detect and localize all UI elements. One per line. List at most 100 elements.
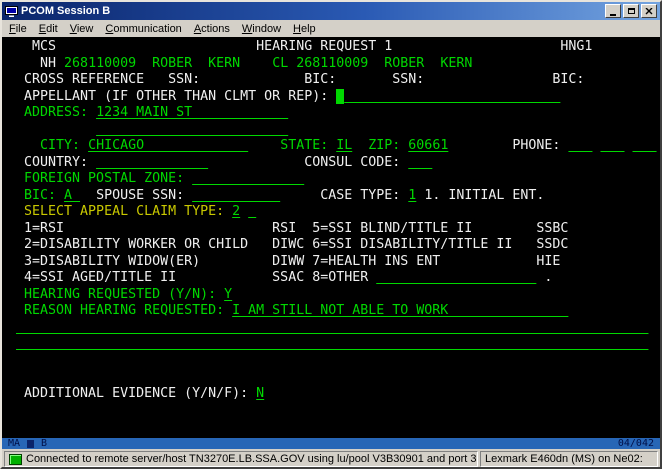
connection-status-text: Connected to remote server/host TN3270E.… <box>26 453 478 465</box>
terminal-row: SELECT APPEAL CLAIM TYPE: 2 <box>8 204 660 221</box>
terminal-text: 3=DISABILITY WIDOW(ER) DIWW 7=HEALTH INS… <box>8 254 560 269</box>
terminal-field[interactable]: Y <box>224 287 232 302</box>
terminal-field[interactable] <box>96 155 208 170</box>
terminal-field[interactable]: IL <box>336 138 352 153</box>
terminal-text: REASON HEARING REQUESTED: <box>8 303 232 318</box>
terminal-field[interactable] <box>600 138 624 153</box>
terminal-text: CONSUL CODE: <box>208 155 408 170</box>
terminal-field[interactable] <box>248 204 256 219</box>
terminal-row: CROSS REFERENCE SSN: BIC: SSN: BIC: <box>8 72 660 89</box>
terminal-field[interactable] <box>633 138 657 153</box>
terminal-row: HEARING REQUESTED (Y/N): Y <box>8 287 660 304</box>
terminal-row: FOREIGN POSTAL ZONE: <box>8 171 660 188</box>
oia-indicators: MA B <box>8 438 47 449</box>
terminal-field[interactable] <box>344 89 560 104</box>
status-bar: Connected to remote server/host TN3270E.… <box>2 449 660 469</box>
terminal-text: PHONE: <box>448 138 568 153</box>
terminal-row: REASON HEARING REQUESTED: I AM STILL NOT… <box>8 303 660 320</box>
menu-communication[interactable]: Communication <box>99 21 187 37</box>
terminal-row <box>8 336 660 353</box>
terminal-text: ZIP: <box>352 138 408 153</box>
terminal-text <box>8 122 96 137</box>
menu-bar: FileEditViewCommunicationActionsWindowHe… <box>2 20 660 37</box>
terminal-text: CASE TYPE: <box>280 188 408 203</box>
terminal-field[interactable]: CHICAGO <box>88 138 248 153</box>
terminal-field[interactable] <box>16 320 648 335</box>
terminal-field[interactable]: A <box>64 188 80 203</box>
terminal-field[interactable]: N <box>256 386 264 401</box>
terminal-row <box>8 320 660 337</box>
terminal-text: . <box>536 270 552 285</box>
terminal-text: 4=SSI AGED/TITLE II SSAC 8=OTHER <box>8 270 376 285</box>
minimize-button[interactable] <box>605 4 621 18</box>
terminal-row: APPELLANT (IF OTHER THAN CLMT OR REP): <box>8 89 660 106</box>
terminal-text: ADDITIONAL EVIDENCE (Y/N/F): <box>8 386 256 401</box>
terminal-field[interactable] <box>568 138 592 153</box>
terminal-row <box>8 122 660 139</box>
menu-help[interactable]: Help <box>287 21 322 37</box>
maximize-button[interactable] <box>623 4 639 18</box>
terminal-row: MCS HEARING REQUEST 1 HNG1 <box>8 39 660 56</box>
terminal-text: SPOUSE SSN: <box>80 188 192 203</box>
terminal-text: 268110009 ROBER KERN <box>64 56 240 71</box>
menu-edit[interactable]: Edit <box>33 21 64 37</box>
terminal-row: 1=RSI RSI 5=SSI BLIND/TITLE II SSBC <box>8 221 660 238</box>
terminal-row: 3=DISABILITY WIDOW(ER) DIWW 7=HEALTH INS… <box>8 254 660 271</box>
terminal-text: 1. INITIAL ENT. <box>416 188 544 203</box>
terminal-field[interactable]: 1234 MAIN ST <box>96 105 288 120</box>
terminal-row <box>8 419 660 436</box>
menu-actions[interactable]: Actions <box>188 21 236 37</box>
app-icon <box>5 5 18 18</box>
pcomm-window: PCOM Session B FileEditViewCommunication… <box>0 0 662 469</box>
terminal-text: BIC: <box>8 188 64 203</box>
terminal-text: MCS HEARING REQUEST 1 HNG1 <box>8 39 592 54</box>
terminal-row: 4=SSI AGED/TITLE II SSAC 8=OTHER . <box>8 270 660 287</box>
terminal-row: COUNTRY: CONSUL CODE: <box>8 155 660 172</box>
close-button[interactable] <box>641 4 657 18</box>
cursor-position: 04/042 <box>618 438 654 449</box>
terminal-row <box>8 353 660 370</box>
terminal-screen[interactable]: MCS HEARING REQUEST 1 HNG1 NH 268110009 … <box>2 37 660 438</box>
terminal-text: STATE: <box>248 138 336 153</box>
connection-status-panel: Connected to remote server/host TN3270E.… <box>4 451 478 467</box>
terminal-text <box>240 56 272 71</box>
terminal-field[interactable] <box>192 171 304 186</box>
oia-bar: MA B 04/042 <box>2 438 660 449</box>
terminal-text: 2=DISABILITY WORKER OR CHILD DIWC 6=SSI … <box>8 237 568 252</box>
terminal-text <box>8 336 16 351</box>
terminal-row <box>8 402 660 419</box>
terminal-field[interactable] <box>192 188 280 203</box>
terminal-field[interactable]: 60661 <box>408 138 448 153</box>
terminal-field[interactable] <box>16 336 648 351</box>
oia-ready-indicator: MA <box>8 438 20 449</box>
terminal-text: HEARING REQUESTED (Y/N): <box>8 287 224 302</box>
printer-status-text: Lexmark E460dn (MS) on Ne02: <box>485 453 643 465</box>
terminal-field[interactable] <box>96 122 288 137</box>
window-controls <box>603 4 657 18</box>
terminal-field[interactable] <box>376 270 536 285</box>
terminal-field[interactable]: I AM STILL NOT ABLE TO WORK <box>232 303 568 318</box>
terminal-text: CITY: <box>8 138 88 153</box>
terminal-text: NH <box>8 56 64 71</box>
close-icon <box>645 8 653 15</box>
terminal-text <box>8 320 16 335</box>
menu-view[interactable]: View <box>64 21 100 37</box>
terminal-field[interactable] <box>408 155 432 170</box>
terminal-row <box>8 369 660 386</box>
menu-window[interactable]: Window <box>236 21 287 37</box>
menu-file[interactable]: File <box>3 21 33 37</box>
terminal-text: CROSS REFERENCE SSN: BIC: SSN: BIC: <box>8 72 584 87</box>
terminal-text: SELECT APPEAL CLAIM TYPE: <box>8 204 232 219</box>
terminal-text: 1=RSI RSI 5=SSI BLIND/TITLE II SSBC <box>8 221 568 236</box>
terminal-row: CITY: CHICAGO STATE: IL ZIP: 60661 PHONE… <box>8 138 660 155</box>
maximize-icon <box>628 8 635 14</box>
terminal-row: ADDRESS: 1234 MAIN ST <box>8 105 660 122</box>
terminal-field[interactable]: 2 <box>232 204 240 219</box>
minimize-icon <box>610 14 616 16</box>
terminal-text: APPELLANT (IF OTHER THAN CLMT OR REP): <box>8 89 336 104</box>
terminal-text: FOREIGN POSTAL ZONE: <box>8 171 192 186</box>
terminal-row: BIC: A SPOUSE SSN: CASE TYPE: 1 1. INITI… <box>8 188 660 205</box>
window-title: PCOM Session B <box>21 5 600 17</box>
terminal-row: ADDITIONAL EVIDENCE (Y/N/F): N <box>8 386 660 403</box>
terminal-text <box>240 204 248 219</box>
